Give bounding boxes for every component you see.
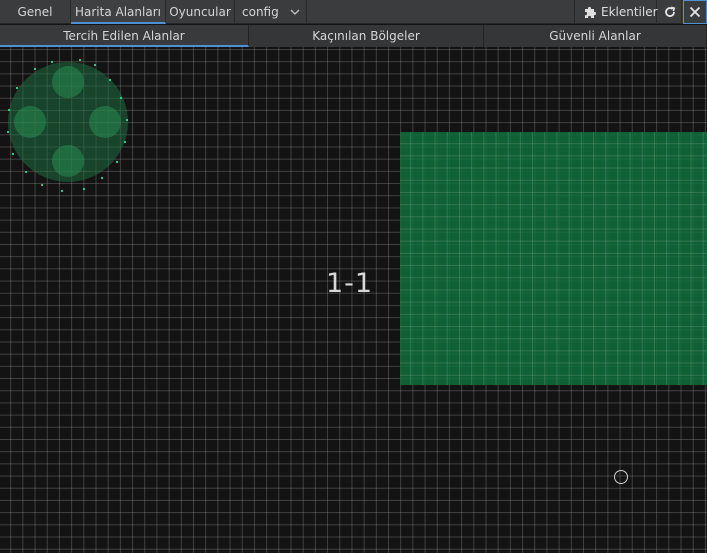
refresh-icon [664, 6, 675, 17]
cursor-ring-icon [614, 470, 628, 484]
close-icon [689, 6, 701, 18]
main-tab-bar: Genel Harita Alanları Oyuncular config E… [0, 0, 707, 24]
tab-avoided-regions[interactable]: Kaçınılan Bölgeler [249, 25, 484, 47]
preferred-area-zone[interactable] [400, 132, 707, 385]
config-dropdown-value: config [242, 5, 279, 19]
map-coordinate-label: 1-1 [326, 268, 374, 299]
puzzle-icon [585, 6, 597, 18]
plugins-button[interactable]: Eklentiler [574, 0, 658, 24]
tab-genel[interactable]: Genel [0, 0, 71, 24]
close-button[interactable] [683, 0, 707, 24]
map-grid-canvas[interactable]: 1-1 [0, 47, 707, 553]
tab-safe-areas[interactable]: Güvenli Alanlar [484, 25, 707, 47]
tab-preferred-areas[interactable]: Tercih Edilen Alanlar [0, 25, 249, 47]
refresh-button[interactable] [658, 0, 682, 24]
tab-harita-alanlari[interactable]: Harita Alanları [71, 0, 166, 24]
area-sub-tab-bar: Tercih Edilen Alanlar Kaçınılan Bölgeler… [0, 25, 707, 47]
plugins-label: Eklentiler [601, 5, 658, 19]
player-radar-indicator [6, 58, 129, 193]
config-dropdown[interactable]: config [235, 0, 307, 24]
zone-grid-overlay [400, 132, 707, 385]
tab-oyuncular[interactable]: Oyuncular [166, 0, 235, 24]
